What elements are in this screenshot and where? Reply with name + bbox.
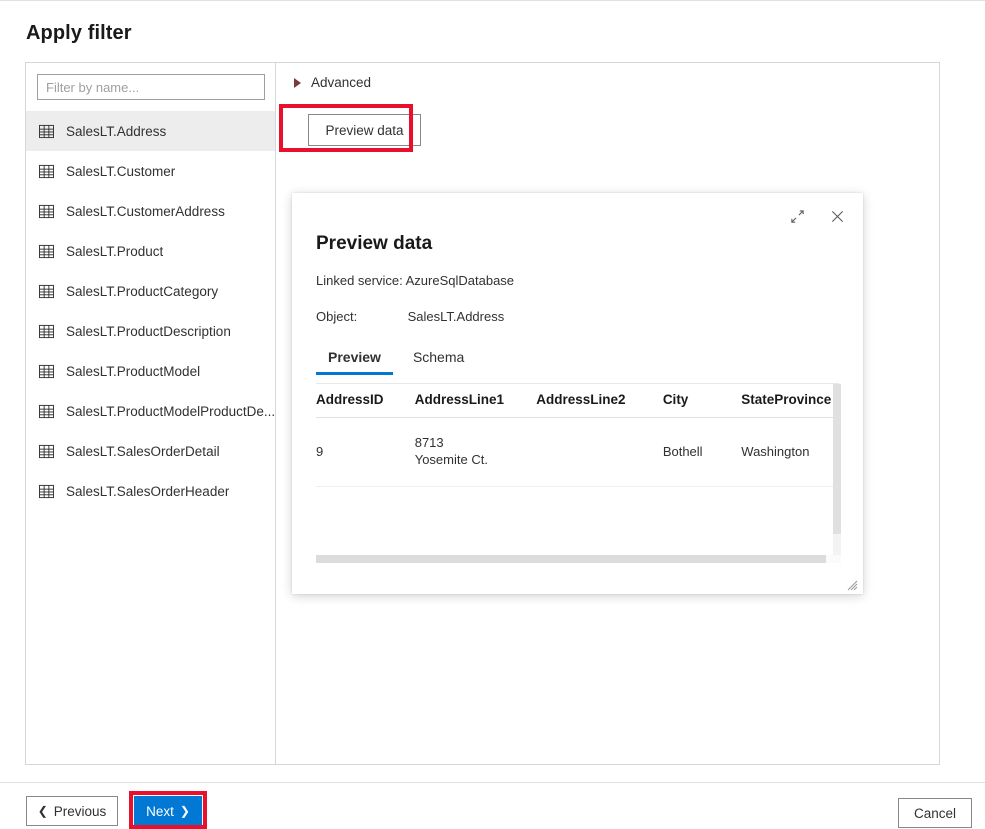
chevron-right-triangle-icon bbox=[294, 78, 301, 88]
tab-schema[interactable]: Schema bbox=[401, 345, 476, 375]
object-value: SalesLT.Address bbox=[408, 309, 505, 324]
list-item-label: SalesLT.SalesOrderHeader bbox=[66, 484, 229, 499]
list-item-label: SalesLT.ProductModel bbox=[66, 364, 200, 379]
list-item-salesLT-salesorderdetail[interactable]: SalesLT.SalesOrderDetail bbox=[26, 431, 275, 471]
chevron-left-icon: ❮ bbox=[38, 805, 48, 817]
column-header-addressline2[interactable]: AddressLine2 bbox=[536, 384, 663, 418]
object-label: Object: bbox=[316, 309, 404, 324]
previous-label: Previous bbox=[54, 804, 107, 819]
next-label: Next bbox=[146, 804, 174, 819]
cell-addressline2 bbox=[536, 418, 663, 487]
linked-service-value: AzureSqlDatabase bbox=[406, 273, 514, 288]
dialog-actions bbox=[783, 203, 851, 229]
list-item-label: SalesLT.ProductModelProductDe... bbox=[66, 404, 275, 419]
preview-data-dialog: Preview data Linked service: AzureSqlDat… bbox=[292, 193, 863, 594]
cell-city: Bothell bbox=[663, 418, 741, 487]
preview-grid-wrapper: AddressID AddressLine1 AddressLine2 City… bbox=[316, 384, 841, 556]
expand-diagonal-icon[interactable] bbox=[783, 203, 811, 229]
close-icon[interactable] bbox=[823, 203, 851, 229]
list-item-salesLT-productmodelproductdescription[interactable]: SalesLT.ProductModelProductDe... bbox=[26, 391, 275, 431]
column-header-addressline1[interactable]: AddressLine1 bbox=[415, 384, 537, 418]
table-list: SalesLT.Address SalesLT.Customer bbox=[26, 111, 275, 511]
column-header-city[interactable]: City bbox=[663, 384, 741, 418]
table-header-row: AddressID AddressLine1 AddressLine2 City… bbox=[316, 384, 833, 418]
chevron-right-icon: ❯ bbox=[180, 805, 190, 817]
cancel-button[interactable]: Cancel bbox=[898, 798, 972, 828]
preview-grid-clip: AddressID AddressLine1 AddressLine2 City… bbox=[316, 384, 833, 556]
list-item-salesLT-address[interactable]: SalesLT.Address bbox=[26, 111, 275, 151]
linked-service-label: Linked service: bbox=[316, 273, 403, 288]
linked-service-row: Linked service: AzureSqlDatabase bbox=[316, 273, 514, 288]
dialog-title: Preview data bbox=[316, 233, 432, 255]
table-grid-icon bbox=[39, 124, 54, 139]
table-grid-icon bbox=[39, 204, 54, 219]
cell-addressline1: 8713 Yosemite Ct. bbox=[415, 418, 537, 487]
grid-horizontal-scrollbar[interactable] bbox=[316, 555, 841, 563]
list-item-label: SalesLT.Address bbox=[66, 124, 166, 139]
previous-button[interactable]: ❮ Previous bbox=[26, 796, 118, 826]
list-item-salesLT-productmodel[interactable]: SalesLT.ProductModel bbox=[26, 351, 275, 391]
preview-data-table: AddressID AddressLine1 AddressLine2 City… bbox=[316, 384, 833, 487]
footer-divider bbox=[0, 782, 985, 783]
list-item-salesLT-productdescription[interactable]: SalesLT.ProductDescription bbox=[26, 311, 275, 351]
table-grid-icon bbox=[39, 444, 54, 459]
table-grid-icon bbox=[39, 484, 54, 499]
advanced-label: Advanced bbox=[311, 75, 371, 90]
list-item-salesLT-salesorderheader[interactable]: SalesLT.SalesOrderHeader bbox=[26, 471, 275, 511]
top-divider bbox=[0, 0, 985, 1]
preview-data-button[interactable]: Preview data bbox=[308, 114, 421, 146]
list-item-label: SalesLT.CustomerAddress bbox=[66, 204, 225, 219]
column-header-stateprovince[interactable]: StateProvince bbox=[741, 384, 833, 418]
list-item-label: SalesLT.SalesOrderDetail bbox=[66, 444, 220, 459]
grid-horizontal-scroll-thumb[interactable] bbox=[316, 555, 826, 563]
table-list-pane: SalesLT.Address SalesLT.Customer bbox=[26, 63, 276, 764]
dialog-tabs: Preview Schema bbox=[316, 345, 476, 375]
list-item-salesLT-customeraddress[interactable]: SalesLT.CustomerAddress bbox=[26, 191, 275, 231]
cell-addressid: 9 bbox=[316, 418, 415, 487]
filter-by-name-input[interactable] bbox=[37, 74, 265, 100]
list-item-salesLT-product[interactable]: SalesLT.Product bbox=[26, 231, 275, 271]
cell-stateprovince: Washington bbox=[741, 418, 833, 487]
grid-vertical-scrollbar[interactable] bbox=[833, 384, 841, 556]
tab-preview[interactable]: Preview bbox=[316, 345, 393, 375]
object-row: Object: SalesLT.Address bbox=[316, 309, 504, 324]
column-header-addressid[interactable]: AddressID bbox=[316, 384, 415, 418]
grid-vertical-scroll-thumb[interactable] bbox=[833, 384, 841, 534]
list-item-label: SalesLT.ProductCategory bbox=[66, 284, 218, 299]
list-item-label: SalesLT.ProductDescription bbox=[66, 324, 231, 339]
table-grid-icon bbox=[39, 164, 54, 179]
page-title: Apply filter bbox=[26, 22, 132, 45]
list-item-salesLT-productcategory[interactable]: SalesLT.ProductCategory bbox=[26, 271, 275, 311]
resize-grip-icon[interactable] bbox=[846, 578, 858, 590]
list-item-label: SalesLT.Product bbox=[66, 244, 163, 259]
list-item-salesLT-customer[interactable]: SalesLT.Customer bbox=[26, 151, 275, 191]
table-grid-icon bbox=[39, 284, 54, 299]
table-grid-icon bbox=[39, 324, 54, 339]
list-item-label: SalesLT.Customer bbox=[66, 164, 175, 179]
advanced-expander[interactable]: Advanced bbox=[294, 75, 371, 90]
table-grid-icon bbox=[39, 364, 54, 379]
next-button[interactable]: Next ❯ bbox=[134, 796, 202, 826]
table-row: 9 8713 Yosemite Ct. Bothell Washington U… bbox=[316, 418, 833, 487]
table-grid-icon bbox=[39, 244, 54, 259]
table-grid-icon bbox=[39, 404, 54, 419]
